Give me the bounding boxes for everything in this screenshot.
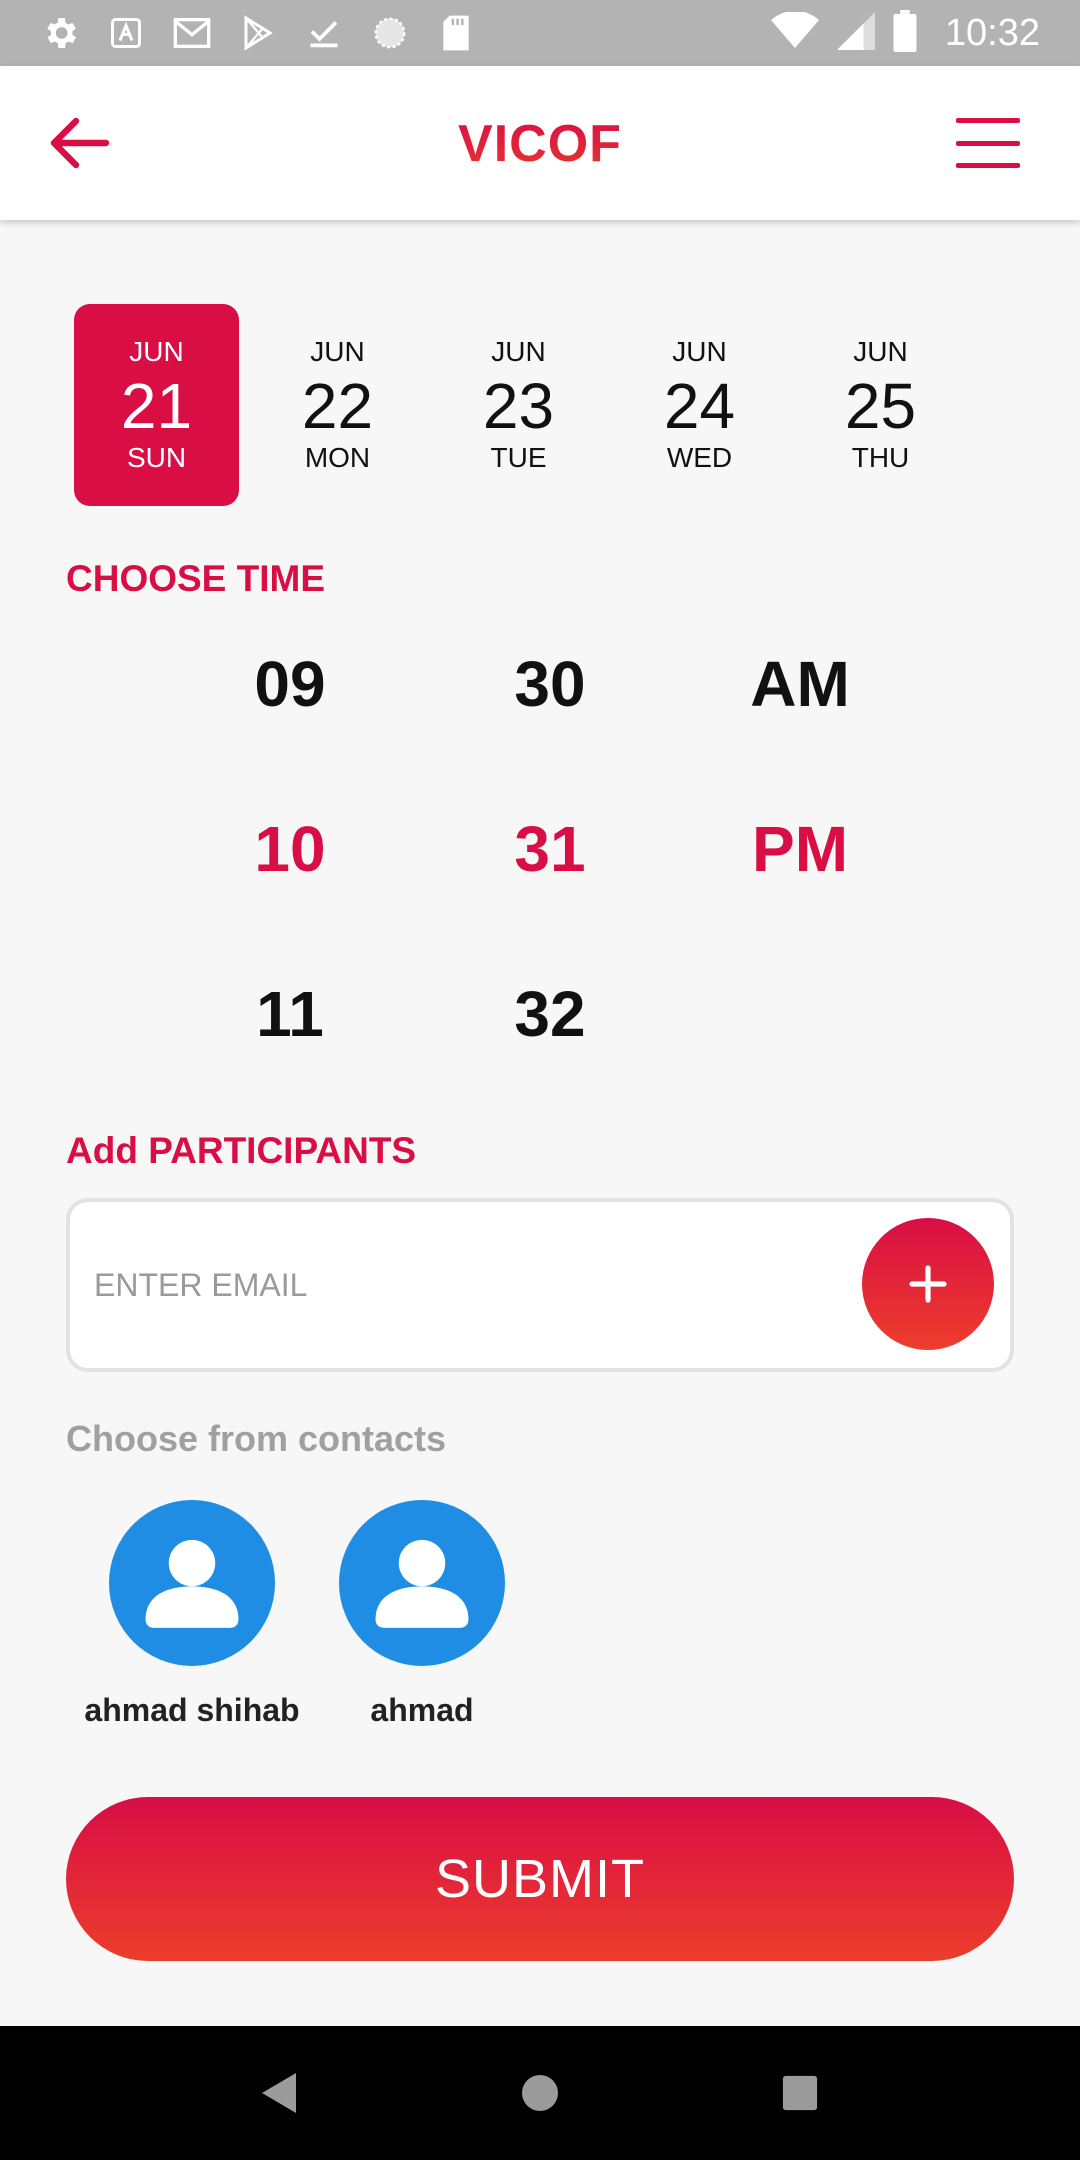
date-weekday: TUE	[490, 442, 547, 473]
date-day: 22	[301, 370, 374, 442]
avatar[interactable]	[339, 1500, 505, 1666]
cell-signal-icon	[836, 11, 875, 55]
person-avatar-icon	[145, 1539, 239, 1628]
settings-icon	[40, 13, 80, 53]
email-input[interactable]	[94, 1202, 854, 1368]
status-notification-icons	[40, 13, 476, 53]
date-item-jun-22[interactable]: JUN 22 MON	[255, 304, 420, 506]
contact-name: ahmad	[370, 1692, 474, 1728]
period-option[interactable]: AM	[700, 602, 900, 767]
add-participants-label: Add PARTICIPANTS	[66, 1130, 417, 1171]
minute-option[interactable]: 30	[450, 602, 650, 767]
contact-item[interactable]: ahmad shihab	[62, 1500, 322, 1729]
status-bar: 10:32	[0, 0, 1080, 66]
nav-back-icon	[262, 2073, 296, 2113]
status-time: 10:32	[944, 11, 1040, 54]
hamburger-menu-icon	[956, 118, 1020, 123]
hour-picker[interactable]: 09 10 11	[190, 602, 390, 1097]
add-participant-button[interactable]	[862, 1218, 994, 1350]
gmail-icon	[172, 13, 212, 53]
date-day: 21	[120, 370, 193, 442]
play-store-icon	[238, 13, 278, 53]
hour-option[interactable]: 09	[190, 602, 390, 767]
plus-icon	[909, 1265, 947, 1303]
date-day: 24	[663, 370, 736, 442]
date-month: JUN	[853, 336, 908, 367]
app-title-text: VICOF	[458, 115, 622, 173]
hour-option-selected[interactable]: 10	[190, 767, 390, 932]
choose-time-label: CHOOSE TIME	[66, 558, 326, 599]
date-weekday: WED	[666, 442, 733, 473]
date-item-jun-23[interactable]: JUN 23 TUE	[436, 304, 601, 506]
date-item-jun-24[interactable]: JUN 24 WED	[617, 304, 782, 506]
date-day: 25	[844, 370, 917, 442]
a-keyboard-icon	[106, 13, 146, 53]
download-done-icon	[304, 13, 344, 53]
choose-contacts-label: Choose from contacts	[66, 1418, 447, 1459]
date-item-jun-21[interactable]: JUN 21 SUN	[74, 304, 239, 506]
minute-picker[interactable]: 30 31 32	[450, 602, 650, 1097]
date-month: JUN	[310, 336, 365, 367]
battery-icon	[893, 9, 917, 57]
email-field-container	[66, 1198, 1014, 1372]
contact-item[interactable]: ahmad	[292, 1500, 552, 1729]
date-selector: JUN 21 SUN JUN 22 MON JUN 23 TUE JUN 24 …	[74, 304, 979, 506]
person-avatar-icon	[375, 1539, 469, 1628]
date-month: JUN	[491, 336, 546, 367]
nav-recents-icon	[782, 2075, 818, 2111]
date-month: JUN	[672, 336, 727, 367]
date-weekday: THU	[851, 442, 910, 473]
submit-button[interactable]: SUBMIT	[66, 1797, 1014, 1961]
date-weekday: MON	[304, 442, 371, 473]
sd-card-icon	[436, 13, 476, 53]
nav-home-button[interactable]	[505, 2058, 575, 2128]
status-system-icons: 10:32	[770, 9, 1040, 57]
date-month: JUN	[129, 336, 184, 367]
nav-home-icon	[522, 2075, 558, 2111]
app-bar: VICOF	[0, 66, 1080, 220]
minute-option-selected[interactable]: 31	[450, 767, 650, 932]
wifi-icon	[770, 10, 819, 55]
menu-button[interactable]	[956, 118, 1020, 168]
nav-recents-button[interactable]	[765, 2058, 835, 2128]
date-item-jun-25[interactable]: JUN 25 THU	[798, 304, 963, 506]
date-day: 23	[482, 370, 555, 442]
avatar[interactable]	[109, 1500, 275, 1666]
sync-circle-icon	[370, 13, 410, 53]
system-nav-bar	[0, 2026, 1080, 2160]
minute-option[interactable]: 32	[450, 932, 650, 1097]
period-option-selected[interactable]: PM	[700, 767, 900, 932]
hour-option[interactable]: 11	[190, 932, 390, 1097]
contact-name: ahmad shihab	[84, 1692, 300, 1728]
am-pm-picker[interactable]: AM PM	[700, 602, 900, 932]
app-title: VICOF	[0, 114, 1080, 174]
nav-back-button[interactable]	[245, 2058, 315, 2128]
date-weekday: SUN	[126, 442, 187, 473]
